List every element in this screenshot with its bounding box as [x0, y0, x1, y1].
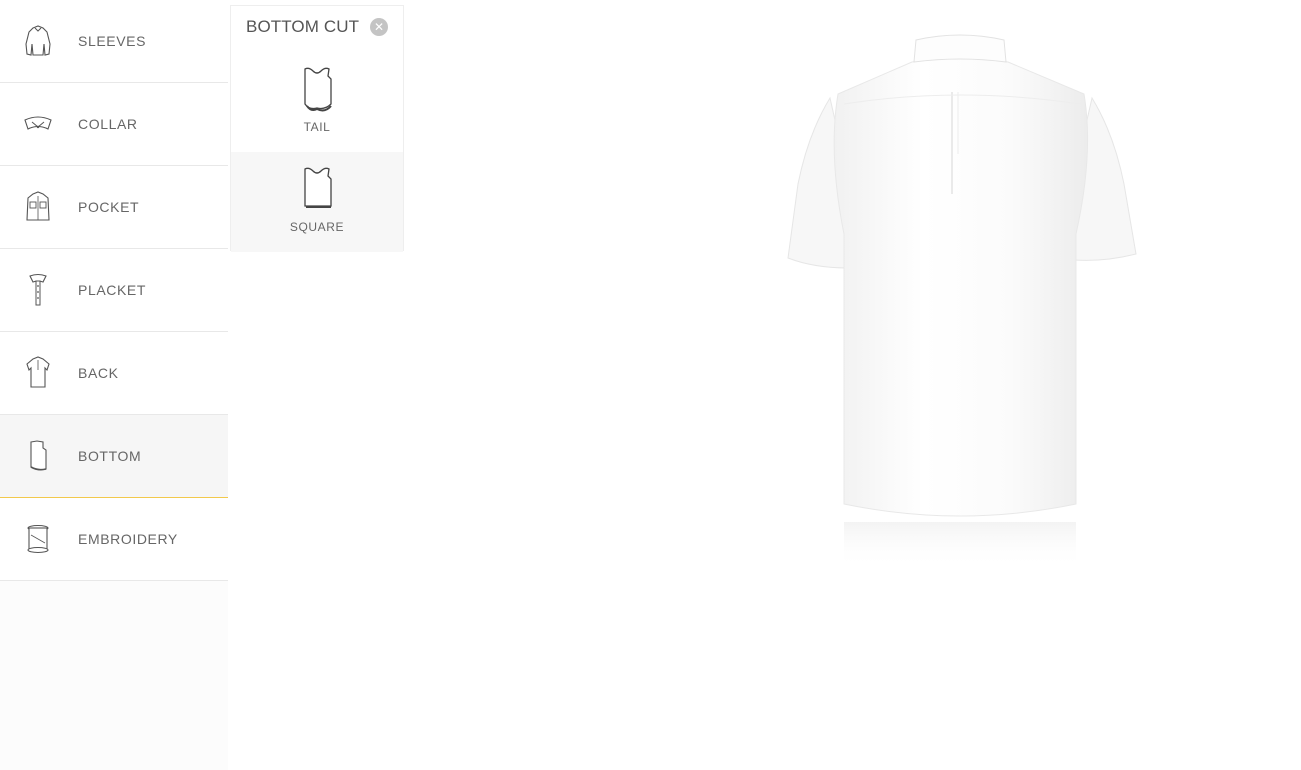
option-label: TAIL — [303, 120, 331, 134]
shirt-preview-viewer[interactable] — [404, 0, 1301, 770]
shirt-back-view — [787, 34, 1137, 568]
customization-sidebar: SLEEVES COLLAR POCKET PLACKET BACK BOTTO… — [0, 0, 228, 770]
option-square[interactable]: SQUARE — [231, 152, 403, 252]
placket-icon — [22, 272, 54, 308]
sidebar-item-label: BACK — [78, 365, 119, 381]
option-tail[interactable]: TAIL — [231, 46, 403, 152]
sidebar-item-pocket[interactable]: POCKET — [0, 166, 228, 249]
sidebar-item-label: PLACKET — [78, 282, 146, 298]
sleeves-icon — [22, 23, 54, 59]
panel-title: BOTTOM CUT — [246, 17, 360, 36]
close-icon[interactable]: ✕ — [370, 18, 388, 36]
panel-header: BOTTOM CUT ✕ — [231, 6, 403, 46]
sidebar-item-label: BOTTOM — [78, 448, 142, 464]
bottom-icon — [22, 438, 54, 474]
bottom-cut-panel: BOTTOM CUT ✕ TAIL SQUARE — [230, 5, 404, 252]
back-icon — [22, 355, 54, 391]
sidebar-item-back[interactable]: BACK — [0, 332, 228, 415]
square-cut-icon — [304, 167, 332, 208]
option-label: SQUARE — [289, 220, 345, 234]
tail-cut-icon — [304, 67, 332, 112]
sidebar-item-placket[interactable]: PLACKET — [0, 249, 228, 332]
embroidery-icon — [22, 521, 54, 557]
pocket-icon — [22, 189, 54, 225]
sidebar-item-label: COLLAR — [78, 116, 138, 132]
sidebar-item-label: POCKET — [78, 199, 140, 215]
sidebar-item-label: EMBROIDERY — [78, 531, 178, 547]
sidebar-item-bottom[interactable]: BOTTOM — [0, 415, 228, 498]
collar-icon — [22, 106, 54, 142]
sidebar-item-label: SLEEVES — [78, 33, 147, 49]
sidebar-item-sleeves[interactable]: SLEEVES — [0, 0, 228, 83]
sidebar-item-embroidery[interactable]: EMBROIDERY — [0, 498, 228, 581]
sidebar-item-collar[interactable]: COLLAR — [0, 83, 228, 166]
